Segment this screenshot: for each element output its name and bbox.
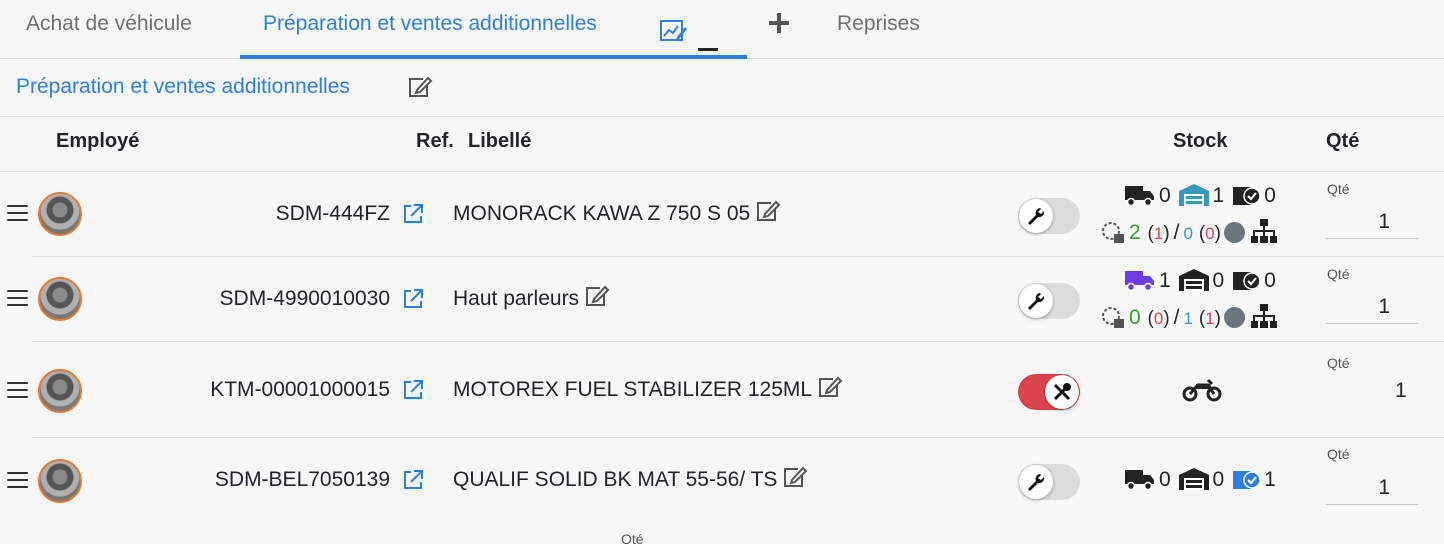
external-link-icon[interactable] — [402, 469, 424, 491]
service-toggle[interactable] — [1018, 198, 1080, 234]
stock-summary: 0 1 0 — [1124, 182, 1277, 210]
boxes-check-icon — [1233, 272, 1261, 290]
avatar — [38, 277, 82, 321]
header-ref: Ref. — [416, 130, 454, 152]
header-employee: Employé — [56, 130, 140, 152]
external-link-icon[interactable] — [402, 379, 424, 401]
header-label: Libellé — [468, 130, 532, 152]
edit-icon[interactable] — [782, 465, 808, 498]
drag-handle-icon[interactable] — [7, 472, 28, 489]
tools-icon — [1053, 383, 1071, 401]
tab-preparation-label: Préparation et ventes additionnelles — [263, 12, 597, 35]
item-ref: KTM-00001000015 — [210, 378, 390, 401]
warehouse-icon — [1178, 269, 1209, 291]
sitemap-icon — [1250, 304, 1277, 328]
section-title[interactable]: Préparation et ventes additionnelles — [16, 72, 350, 102]
qty-label: Qté — [1327, 181, 1350, 197]
gear-tag-icon — [1102, 307, 1124, 328]
truck-icon — [1125, 271, 1154, 292]
edit-icon[interactable] — [407, 75, 433, 104]
table-row: SDM-4990010030 Haut parleurs 1 0 0 0 (0)… — [0, 257, 1444, 342]
wrench-icon — [1028, 208, 1045, 225]
item-label: MOTOREX FUEL STABILIZER 125ML — [453, 375, 843, 408]
chart-edit-icon[interactable] — [660, 13, 688, 61]
add-tab-button[interactable] — [768, 12, 790, 39]
drag-handle-icon[interactable] — [7, 290, 28, 307]
external-link-icon[interactable] — [402, 288, 424, 310]
minus-icon[interactable] — [698, 22, 718, 70]
stock-detail: 0 (0)/1 (1) — [1100, 303, 1279, 333]
truck-icon — [1125, 186, 1154, 207]
qty-input[interactable]: 1 — [1326, 290, 1418, 324]
wrench-icon — [1028, 474, 1045, 491]
edit-icon[interactable] — [817, 375, 843, 408]
drag-handle-icon[interactable] — [7, 205, 28, 222]
boxes-check-icon — [1233, 187, 1261, 205]
avatar — [38, 192, 82, 236]
qty-input[interactable]: 1 — [1326, 471, 1418, 505]
qty-label: Qté — [1327, 355, 1350, 371]
boxes-check-icon — [1233, 471, 1261, 489]
service-toggle[interactable] — [1018, 464, 1080, 500]
avatar — [38, 459, 82, 503]
qty-label: Qté — [621, 531, 644, 544]
qty-label: Qté — [1327, 266, 1350, 282]
tab-bar: Achat de véhicule Préparation et ventes … — [0, 0, 1444, 59]
sitemap-icon — [1250, 219, 1277, 243]
wrench-icon — [1028, 293, 1045, 310]
tab-vehicle-purchase[interactable]: Achat de véhicule — [26, 0, 192, 59]
table-row: SDM-444FZ MONORACK KAWA Z 750 S 05 0 1 0… — [0, 172, 1444, 257]
service-toggle[interactable] — [1018, 374, 1080, 410]
item-ref: SDM-BEL7050139 — [214, 468, 390, 491]
external-link-icon[interactable] — [402, 203, 424, 225]
stock-summary: 0 0 1 — [1124, 466, 1277, 494]
status-dot — [1223, 307, 1245, 328]
table-row: KTM-00001000015 MOTOREX FUEL STABILIZER … — [0, 342, 1444, 437]
header-qty: Qté — [1326, 130, 1360, 152]
truck-icon — [1125, 470, 1154, 491]
edit-icon[interactable] — [584, 284, 610, 317]
status-dot — [1223, 222, 1245, 243]
stock-detail: 2 (1)/0 (0) — [1100, 218, 1279, 248]
table-row: SDM-BEL7050139 QUALIF SOLID BK MAT 55-56… — [0, 438, 1444, 528]
qty-value[interactable]: 1 — [1395, 379, 1407, 403]
stock-summary — [1182, 376, 1222, 405]
qty-input[interactable]: 1 — [1326, 205, 1418, 239]
gear-tag-icon — [1102, 222, 1124, 243]
qty-label: Qté — [1327, 446, 1350, 462]
drag-handle-icon[interactable] — [7, 382, 28, 399]
warehouse-icon — [1178, 468, 1209, 490]
item-ref: SDM-4990010030 — [219, 287, 390, 310]
item-label: Haut parleurs — [453, 284, 610, 317]
divider — [0, 116, 1444, 117]
avatar — [38, 369, 82, 413]
tab-trade-ins[interactable]: Reprises — [837, 0, 920, 59]
stock-summary: 1 0 0 — [1124, 267, 1277, 295]
service-toggle[interactable] — [1018, 283, 1080, 319]
item-label: MONORACK KAWA Z 750 S 05 — [453, 199, 781, 232]
item-ref: SDM-444FZ — [275, 202, 390, 225]
tab-preparation[interactable]: Préparation et ventes additionnelles — [240, 0, 747, 59]
motorcycle-icon — [1182, 378, 1222, 402]
item-label: QUALIF SOLID BK MAT 55-56/ TS — [453, 465, 808, 498]
header-stock: Stock — [1173, 130, 1228, 152]
edit-icon[interactable] — [755, 199, 781, 232]
warehouse-icon — [1178, 184, 1209, 206]
